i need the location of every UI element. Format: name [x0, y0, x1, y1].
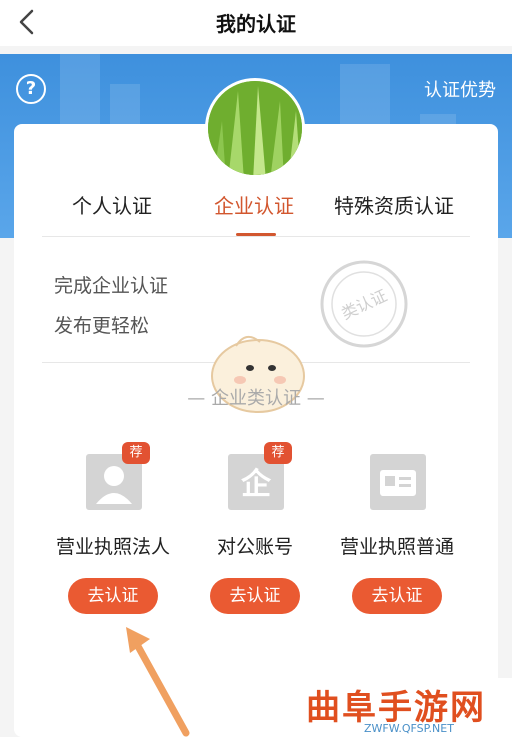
- verify-button[interactable]: 去认证: [210, 578, 300, 614]
- verify-button[interactable]: 去认证: [352, 578, 442, 614]
- option-corporate-account: 企 荐 对公账号 去认证: [180, 442, 330, 618]
- divider: [42, 236, 470, 237]
- intro-text: 完成企业认证 发布更轻松: [54, 266, 168, 346]
- section-title: — 企业类认证 —: [187, 388, 325, 409]
- option-license-regular: 营业执照普通 去认证: [322, 448, 472, 618]
- avatar: [205, 78, 305, 178]
- tab-enterprise[interactable]: 企业认证: [214, 190, 294, 219]
- tab-special-qualification[interactable]: 特殊资质认证: [334, 190, 454, 219]
- intro-line-2: 发布更轻松: [54, 315, 150, 337]
- page-title: 我的认证: [216, 12, 296, 36]
- recommend-badge: 荐: [122, 442, 150, 464]
- certification-stamp-icon: 类认证: [320, 260, 408, 348]
- svg-text:企: 企: [241, 467, 272, 502]
- option-license-legal-person: 荐 营业执照法人 去认证: [38, 442, 188, 618]
- watermark-url: ZWFW.QFSP.NET: [364, 722, 454, 735]
- option-label: 营业执照法人: [55, 536, 170, 558]
- auth-advantage-link[interactable]: 认证优势: [424, 76, 496, 102]
- intro-line-1: 完成企业认证: [54, 275, 169, 297]
- recommend-badge: 荐: [264, 442, 292, 464]
- id-card-icon: [370, 454, 426, 510]
- verify-button[interactable]: 去认证: [68, 578, 158, 614]
- tab-personal[interactable]: 个人认证: [72, 190, 152, 219]
- option-label: 营业执照普通: [339, 536, 454, 558]
- pointer-arrow-icon: [126, 627, 190, 737]
- nav-bar: 我的认证: [0, 0, 512, 46]
- question-circle-icon[interactable]: ?: [16, 74, 46, 104]
- option-label: 对公账号: [216, 536, 293, 558]
- svg-text:类认证: 类认证: [338, 286, 390, 324]
